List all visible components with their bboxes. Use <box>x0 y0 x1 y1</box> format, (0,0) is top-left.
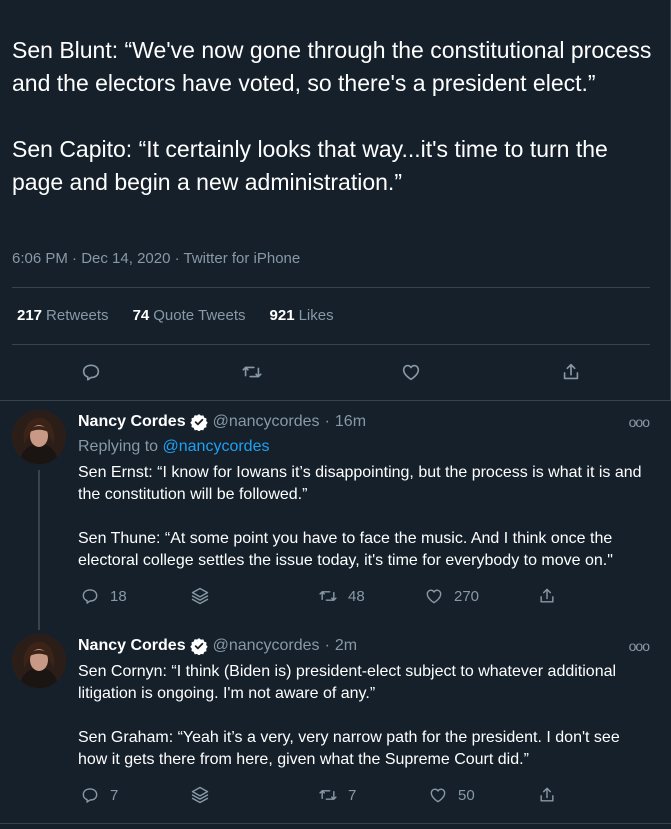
author-handle[interactable]: @nancycordes <box>213 413 320 431</box>
likes-label: Likes <box>298 307 334 324</box>
stack-icon <box>191 786 209 804</box>
quotes-stat[interactable]: 74 Quote Tweets <box>133 307 246 324</box>
author-name[interactable]: Nancy Cordes <box>78 637 186 655</box>
reply-tweet[interactable]: Nancy Cordes @nancycordes · 16m ooo Repl… <box>0 400 671 630</box>
reply-text: Sen Cornyn: “I think (Biden is) presiden… <box>78 661 653 771</box>
reply-icon <box>82 788 98 803</box>
share-button[interactable] <box>557 358 585 386</box>
share-icon <box>563 363 579 380</box>
tweet-time[interactable]: 6:06 PM <box>12 250 68 267</box>
retweet-icon <box>319 790 337 800</box>
main-tweet: Sen Blunt: “We've now gone through the c… <box>0 0 671 400</box>
likes-count: 921 <box>269 307 295 324</box>
more-icon[interactable]: ooo <box>629 414 650 430</box>
avatar[interactable] <box>12 410 66 464</box>
tweet-actions <box>0 354 671 390</box>
like-button[interactable]: 270 <box>424 586 479 606</box>
quotes-count: 74 <box>132 307 150 324</box>
reply-actions: 7 7 50 <box>0 785 671 809</box>
reply-paragraph: Sen Graham: “Yeah it’s a very, very narr… <box>78 729 620 768</box>
like-icon <box>426 589 442 604</box>
like-count: 50 <box>458 786 475 804</box>
reply-count: 7 <box>110 786 119 804</box>
retweet-count: 7 <box>348 786 357 804</box>
separator-dot: · <box>324 413 330 430</box>
retweets-label: Retweets <box>46 307 109 324</box>
reply-tweet[interactable]: Nancy Cordes @nancycordes · 2m ooo Sen C… <box>0 624 671 829</box>
replying-to: Replying to @nancycordes <box>78 438 269 456</box>
reply-paragraph: Sen Ernst: “I know for Iowans it’s disap… <box>78 464 642 503</box>
reply-time[interactable]: 16m <box>335 413 366 431</box>
more-icon[interactable]: ooo <box>629 638 650 654</box>
avatar[interactable] <box>12 634 66 688</box>
reply-button[interactable]: 18 <box>80 586 127 606</box>
verified-icon <box>189 638 208 655</box>
retweets-stat[interactable]: 217 Retweets <box>17 307 109 324</box>
author-handle[interactable]: @nancycordes <box>213 637 320 655</box>
reply-time[interactable]: 2m <box>335 637 357 655</box>
tweet-stats: 217 Retweets 74 Quote Tweets 921 Likes <box>17 307 334 324</box>
divider <box>12 287 650 288</box>
reply-button[interactable] <box>77 358 105 386</box>
tweet-paragraph: Sen Capito: “It certainly looks that way… <box>12 136 615 195</box>
share-button[interactable] <box>537 785 557 805</box>
like-icon <box>430 788 446 803</box>
author-name[interactable]: Nancy Cordes <box>78 413 186 431</box>
retweet-icon <box>242 366 262 378</box>
tweet-date[interactable]: Dec 14, 2020 <box>68 250 171 267</box>
tweet-meta: 6:06 PMDec 14, 2020Twitter for iPhone <box>12 250 300 267</box>
tweet-paragraph: Sen Blunt: “We've now gone through the c… <box>12 37 658 96</box>
retweet-icon <box>319 591 337 601</box>
stack-button[interactable] <box>190 785 210 805</box>
retweet-button[interactable]: 7 <box>318 785 356 805</box>
verified-icon <box>189 414 208 431</box>
reply-icon <box>82 589 98 604</box>
replying-prefix: Replying to <box>78 438 159 455</box>
replying-to-link[interactable]: @nancycordes <box>163 438 270 455</box>
stack-button[interactable] <box>190 586 210 606</box>
separator-dot: · <box>324 637 330 654</box>
reply-paragraph: Sen Cornyn: “I think (Biden is) presiden… <box>78 663 617 702</box>
stack-icon <box>191 587 209 605</box>
share-icon <box>540 588 554 603</box>
like-count: 270 <box>454 587 480 605</box>
divider <box>0 823 671 824</box>
retweet-button[interactable]: 48 <box>318 586 365 606</box>
divider <box>12 344 650 345</box>
retweet-count: 48 <box>348 587 365 605</box>
reply-header: Nancy Cordes @nancycordes · 2m <box>78 637 357 655</box>
reply-header: Nancy Cordes @nancycordes · 16m <box>78 413 366 431</box>
reply-count: 18 <box>110 587 127 605</box>
likes-stat[interactable]: 921 Likes <box>270 307 334 324</box>
reply-actions: 18 48 270 <box>0 586 671 610</box>
tweet-source[interactable]: Twitter for iPhone <box>170 250 300 267</box>
like-button[interactable] <box>397 358 425 386</box>
reply-button[interactable]: 7 <box>80 785 118 805</box>
like-icon <box>402 364 420 381</box>
retweets-count: 217 <box>17 307 43 324</box>
share-icon <box>540 787 554 802</box>
reply-text: Sen Ernst: “I know for Iowans it’s disap… <box>78 462 653 572</box>
retweet-button[interactable] <box>238 358 266 386</box>
reply-paragraph: Sen Thune: “At some point you have to fa… <box>78 530 613 569</box>
like-button[interactable]: 50 <box>428 785 475 805</box>
reply-icon <box>82 364 100 381</box>
tweet-text: Sen Blunt: “We've now gone through the c… <box>12 34 652 199</box>
share-button[interactable] <box>537 586 557 606</box>
quotes-label: Quote Tweets <box>153 307 246 324</box>
